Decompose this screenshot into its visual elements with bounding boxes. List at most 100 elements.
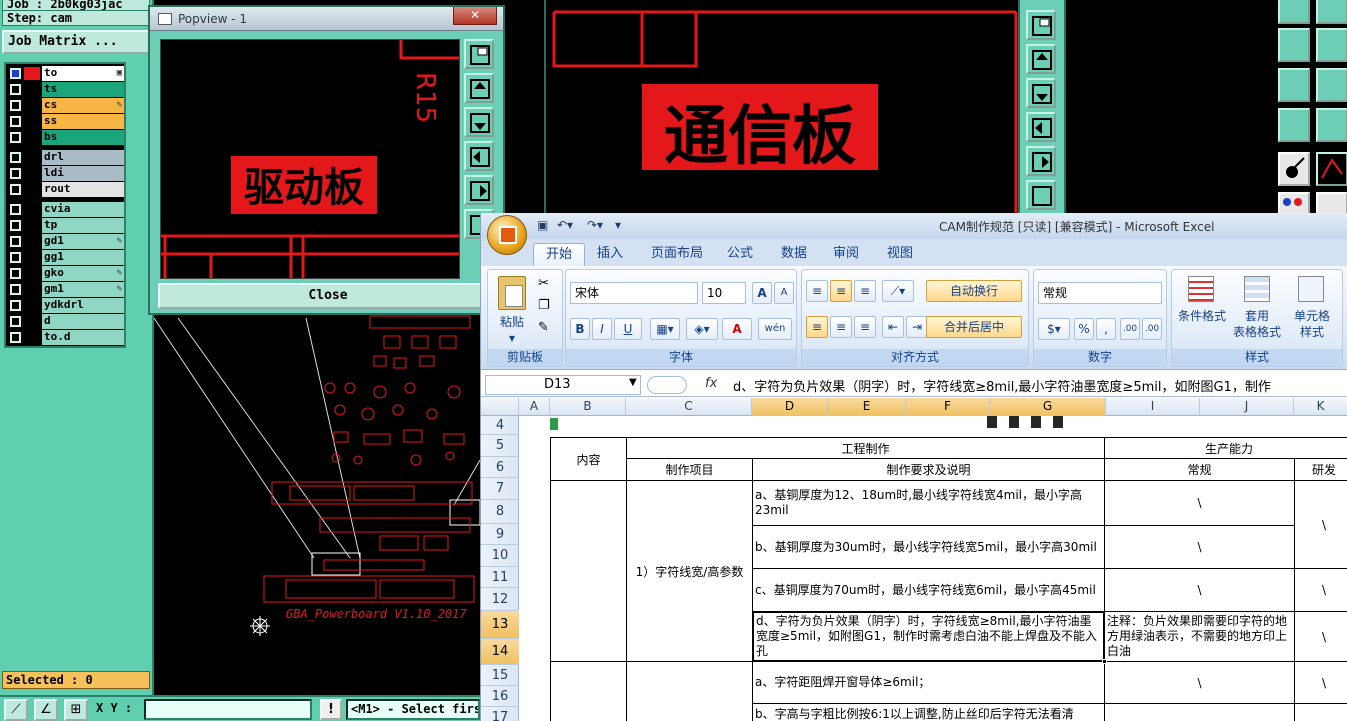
- measure-tool-icon[interactable]: ⟋: [4, 699, 28, 721]
- save-icon[interactable]: ▣: [537, 218, 548, 232]
- tool-snap-icon[interactable]: [1278, 152, 1310, 186]
- formula-input[interactable]: d、字符为负片效果（阴字）时，字符线宽≥8mil,最小字符油墨宽度≥5mil，如…: [733, 376, 1271, 395]
- name-box-dropdown-icon[interactable]: ▼: [629, 377, 637, 388]
- layer-name[interactable]: cvia: [42, 202, 124, 217]
- align-top-icon[interactable]: ≡: [806, 280, 828, 302]
- layer-name[interactable]: to ▣: [42, 66, 124, 81]
- row-header[interactable]: 5: [481, 435, 519, 457]
- layer-row-tp[interactable]: tp: [8, 218, 124, 233]
- col-header-i[interactable]: I: [1106, 398, 1200, 416]
- layer-row-gm1[interactable]: gm1 ✎: [8, 282, 124, 297]
- layer-checkbox[interactable]: [10, 168, 21, 179]
- row-header[interactable]: 10: [481, 545, 519, 567]
- layer-row-gg1[interactable]: gg1: [8, 250, 124, 265]
- layer-row-rout[interactable]: rout: [8, 182, 124, 197]
- shrink-font-button[interactable]: A: [774, 282, 794, 304]
- cell-normal-b[interactable]: \: [1104, 525, 1295, 569]
- conditional-format-icon[interactable]: [1188, 276, 1214, 302]
- row-header[interactable]: 17: [481, 707, 519, 721]
- tool-measure-icon[interactable]: [1278, 108, 1310, 142]
- layer-name[interactable]: ss: [42, 114, 124, 129]
- row-header[interactable]: 9: [481, 524, 519, 545]
- layer-name[interactable]: ts: [42, 82, 124, 97]
- cell-req2-b[interactable]: b、字高与字粗比例按6:1以上调整,防止丝印后字符无法看清: [752, 703, 1105, 721]
- cell-rd-c[interactable]: \: [1294, 568, 1347, 612]
- layer-checkbox[interactable]: [10, 300, 21, 311]
- cell-rd-d[interactable]: \: [1294, 611, 1347, 662]
- xy-coordinate-field[interactable]: [144, 699, 312, 720]
- layer-checkbox[interactable]: [10, 236, 21, 247]
- paste-button[interactable]: 粘贴: [492, 314, 532, 330]
- tool-draw-icon[interactable]: [1316, 152, 1347, 186]
- insert-function-button[interactable]: fx: [705, 376, 717, 391]
- font-size-select[interactable]: 10: [702, 282, 746, 304]
- tab-data[interactable]: 数据: [769, 243, 819, 266]
- layer-row-to[interactable]: to ▣: [8, 66, 124, 81]
- angle-tool-icon[interactable]: ∠: [34, 699, 58, 721]
- row-header[interactable]: 12: [481, 588, 519, 611]
- tool-move-right-icon[interactable]: [1316, 28, 1347, 62]
- percent-button[interactable]: %: [1074, 318, 1094, 340]
- popview-close-bottom-button[interactable]: Close: [158, 283, 498, 309]
- cell-style-label-1[interactable]: 单元格: [1286, 308, 1338, 324]
- cell-content-empty-2[interactable]: [550, 661, 627, 721]
- pan-left-button-2[interactable]: [1026, 112, 1056, 142]
- popview-canvas[interactable]: 驱动板 R15: [160, 39, 460, 279]
- currency-icon[interactable]: $▾: [1038, 318, 1070, 340]
- layer-name[interactable]: rout: [42, 182, 124, 197]
- graphic-canvas[interactable]: GBA_Powerboard V1.10_2017: [154, 310, 480, 695]
- cell-rd2-b[interactable]: [1294, 703, 1347, 721]
- tab-review[interactable]: 审阅: [821, 243, 871, 266]
- pan-down-button-2[interactable]: [1026, 78, 1056, 108]
- copy-icon[interactable]: ❐: [538, 298, 550, 313]
- select-all-corner[interactable]: [481, 398, 519, 416]
- align-bottom-icon[interactable]: ≡: [854, 280, 876, 302]
- qat-customize-icon[interactable]: ▾: [615, 218, 621, 232]
- cut-icon[interactable]: ✂: [538, 276, 549, 291]
- fill-handle[interactable]: [1102, 659, 1107, 664]
- layer-checkbox[interactable]: [10, 268, 21, 279]
- layer-checkbox[interactable]: [10, 68, 21, 79]
- conditional-format-button[interactable]: 条件格式: [1174, 308, 1230, 324]
- layer-name[interactable]: cs ✎: [42, 98, 124, 113]
- col-header-g[interactable]: G: [990, 398, 1106, 416]
- layer-row-bs[interactable]: bs: [8, 130, 124, 145]
- font-name-select[interactable]: 宋体: [570, 282, 698, 304]
- cell-req-a[interactable]: a、基铜厚度为12、18um时,最小线字符线宽4mil，最小字高23mil: [752, 480, 1105, 526]
- cell-content-header[interactable]: 内容: [550, 437, 627, 481]
- cell-rd2-a[interactable]: \: [1294, 661, 1347, 704]
- tab-home[interactable]: 开始: [533, 243, 586, 266]
- layer-name[interactable]: gm1 ✎: [42, 282, 124, 297]
- cell-prod-capability[interactable]: 生产能力: [1104, 437, 1347, 459]
- row-header[interactable]: 16: [481, 686, 519, 707]
- zoom-in-button-2[interactable]: [1026, 10, 1056, 40]
- cell-eng-production[interactable]: 工程制作: [626, 437, 1105, 459]
- zoom-fit-button-2[interactable]: [1026, 180, 1056, 210]
- italic-button[interactable]: I: [592, 318, 612, 340]
- cell-style-label-2[interactable]: 样式: [1286, 324, 1338, 340]
- format-painter-icon[interactable]: ✎: [538, 320, 549, 335]
- layer-checkbox[interactable]: [10, 84, 21, 95]
- col-header-k[interactable]: K: [1294, 398, 1347, 416]
- pan-right-button-2[interactable]: [1026, 146, 1056, 176]
- bold-button[interactable]: B: [570, 318, 590, 340]
- table-format-label-2[interactable]: 表格格式: [1226, 324, 1288, 340]
- col-header-b[interactable]: B: [550, 398, 626, 416]
- row-header[interactable]: 8: [481, 500, 519, 524]
- layer-row-d[interactable]: d: [8, 314, 124, 329]
- cell-normal-a[interactable]: \: [1104, 480, 1295, 526]
- layer-name[interactable]: tp: [42, 218, 124, 233]
- layer-row-gd1[interactable]: gd1 ✎: [8, 234, 124, 249]
- layer-name[interactable]: gd1 ✎: [42, 234, 124, 249]
- layer-row-drl[interactable]: drl: [8, 150, 124, 165]
- layer-row-ldi[interactable]: ldi: [8, 166, 124, 181]
- layer-row-cs[interactable]: cs ✎: [8, 98, 124, 113]
- table-format-icon[interactable]: [1244, 276, 1270, 302]
- col-header-f[interactable]: F: [906, 398, 990, 416]
- layer-checkbox[interactable]: [10, 284, 21, 295]
- font-color-button[interactable]: A: [722, 318, 752, 340]
- undo-icon[interactable]: ↶▾: [557, 218, 573, 232]
- tool-down-icon[interactable]: [1316, 0, 1347, 24]
- layer-name[interactable]: gko ✎: [42, 266, 124, 281]
- tool-move-left-icon[interactable]: [1278, 28, 1310, 62]
